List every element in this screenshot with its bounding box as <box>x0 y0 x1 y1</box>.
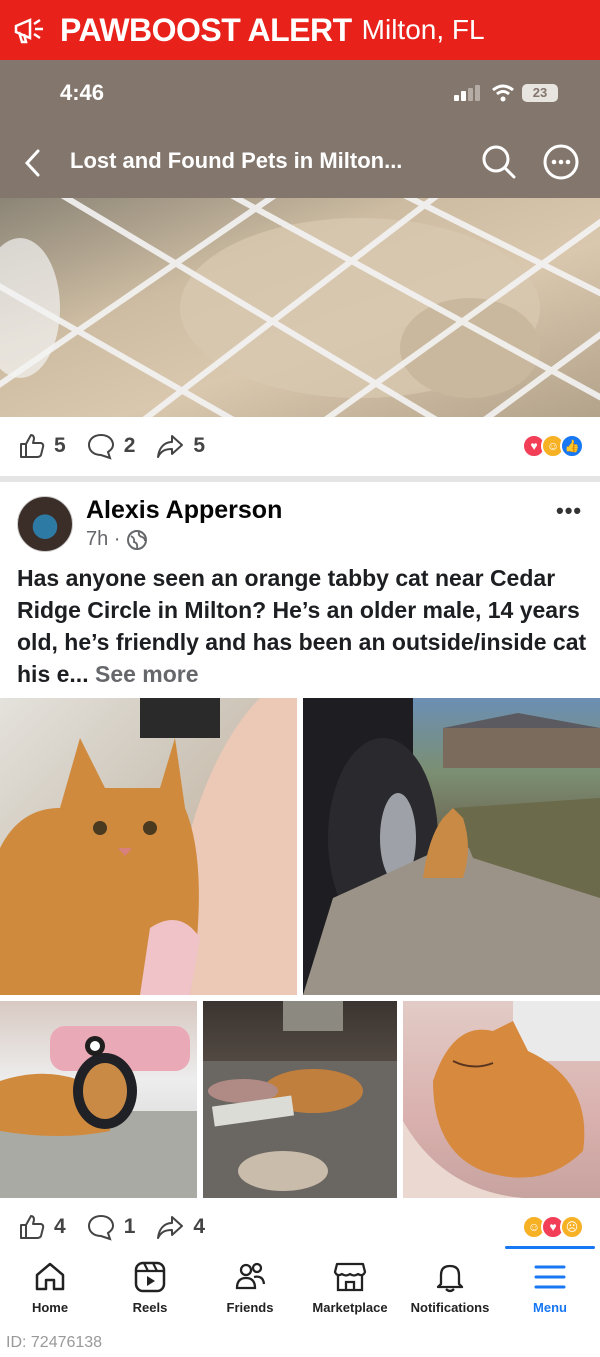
thumbs-up-icon <box>20 434 45 458</box>
nav-friends[interactable]: Friends <box>200 1250 300 1330</box>
post-meta: 7h · <box>86 528 148 551</box>
globe-icon <box>127 529 148 550</box>
reaction-summary[interactable]: ♥ ☺ 👍 <box>522 434 584 458</box>
post-options-icon[interactable]: ••• <box>556 498 582 524</box>
comment-button[interactable]: 1 <box>86 1213 136 1241</box>
comment-count: 1 <box>123 1215 136 1238</box>
post-photo-1[interactable] <box>0 698 297 995</box>
more-options-icon[interactable] <box>542 143 580 181</box>
post-photo-2[interactable] <box>303 698 600 995</box>
pawboost-alert-bar: PAWBOOST ALERT Milton, FL <box>0 0 600 60</box>
friends-icon <box>235 1262 266 1290</box>
post-divider <box>0 476 600 482</box>
comment-icon <box>87 433 114 460</box>
post-photo-5[interactable] <box>403 1001 600 1198</box>
alert-brand: PAWBOOST ALERT <box>60 11 352 48</box>
nav-reels[interactable]: Reels <box>100 1250 200 1330</box>
previous-post-actions: 5 2 5 ♥ ☺ 👍 <box>0 417 600 475</box>
battery-icon: 23 <box>522 84 558 102</box>
cat-photo-graphic <box>0 698 297 995</box>
alert-location: Milton, FL <box>361 14 485 45</box>
post-photo-3[interactable] <box>0 1001 197 1198</box>
cat-curled-graphic <box>403 1001 600 1198</box>
comment-count: 2 <box>123 434 136 457</box>
like-button[interactable]: 5 <box>18 432 66 460</box>
marketplace-icon <box>333 1262 367 1292</box>
share-count: 5 <box>193 434 206 457</box>
nav-label: Menu <box>533 1300 567 1315</box>
post-time: 7h · <box>86 528 121 550</box>
post-photo-4[interactable] <box>203 1001 397 1198</box>
nav-label: Reels <box>132 1300 168 1315</box>
menu-icon <box>534 1265 566 1289</box>
thumbs-up-icon <box>20 1215 45 1239</box>
nav-home[interactable]: Home <box>0 1250 100 1330</box>
reels-icon <box>134 1261 166 1293</box>
share-icon <box>157 1216 184 1239</box>
alert-id: ID: 72476138 <box>6 1334 103 1351</box>
post-body: Has anyone seen an orange tabby cat near… <box>17 562 587 690</box>
share-icon <box>157 435 184 458</box>
like-count: 4 <box>54 1215 66 1238</box>
signal-icon <box>454 85 480 101</box>
nav-label: Notifications <box>410 1300 490 1315</box>
nav-notifications[interactable]: Notifications <box>400 1250 500 1330</box>
nav-menu[interactable]: Menu <box>500 1250 600 1330</box>
comment-button[interactable]: 2 <box>86 432 136 460</box>
post-author[interactable]: Alexis Apperson <box>86 496 282 525</box>
share-count: 4 <box>193 1215 206 1238</box>
active-tab-indicator <box>505 1246 595 1249</box>
group-header: Lost and Found Pets in Milton... <box>0 128 600 198</box>
nav-label: Friends <box>226 1300 274 1315</box>
search-icon[interactable] <box>481 144 517 180</box>
like-count: 5 <box>54 434 66 457</box>
bell-icon <box>436 1264 464 1293</box>
status-bar: 4:46 23 <box>0 60 600 128</box>
like-reaction-icon: 👍 <box>560 434 584 458</box>
see-more-link[interactable]: See more <box>95 661 199 687</box>
comment-icon <box>87 1214 114 1241</box>
megaphone-icon <box>14 18 43 44</box>
cat-by-car-graphic <box>303 698 600 995</box>
previous-post-photo[interactable] <box>0 198 600 417</box>
cat-cone-graphic <box>0 1026 197 1198</box>
bottom-nav: Home Reels Friends Marketplace Notificat… <box>0 1250 600 1330</box>
nav-label: Home <box>31 1300 69 1315</box>
nav-label: Marketplace <box>312 1300 388 1315</box>
avatar[interactable] <box>17 496 73 552</box>
wire-grid-photo <box>0 198 600 417</box>
status-time: 4:46 <box>60 80 105 105</box>
back-icon[interactable] <box>20 148 46 178</box>
reaction-summary[interactable]: ☺ ♥ ☹ <box>522 1215 584 1239</box>
nav-marketplace[interactable]: Marketplace <box>300 1250 400 1330</box>
group-title[interactable]: Lost and Found Pets in Milton... <box>70 148 402 174</box>
share-button[interactable]: 4 <box>155 1213 205 1241</box>
share-button[interactable]: 5 <box>155 432 205 460</box>
like-button[interactable]: 4 <box>18 1213 66 1241</box>
wifi-icon <box>492 84 514 102</box>
post-header: Alexis Apperson 7h · ••• <box>0 490 600 560</box>
sad-reaction-icon: ☹ <box>560 1215 584 1239</box>
cat-sleeping-bed-graphic <box>203 1001 397 1198</box>
home-icon <box>35 1262 65 1291</box>
